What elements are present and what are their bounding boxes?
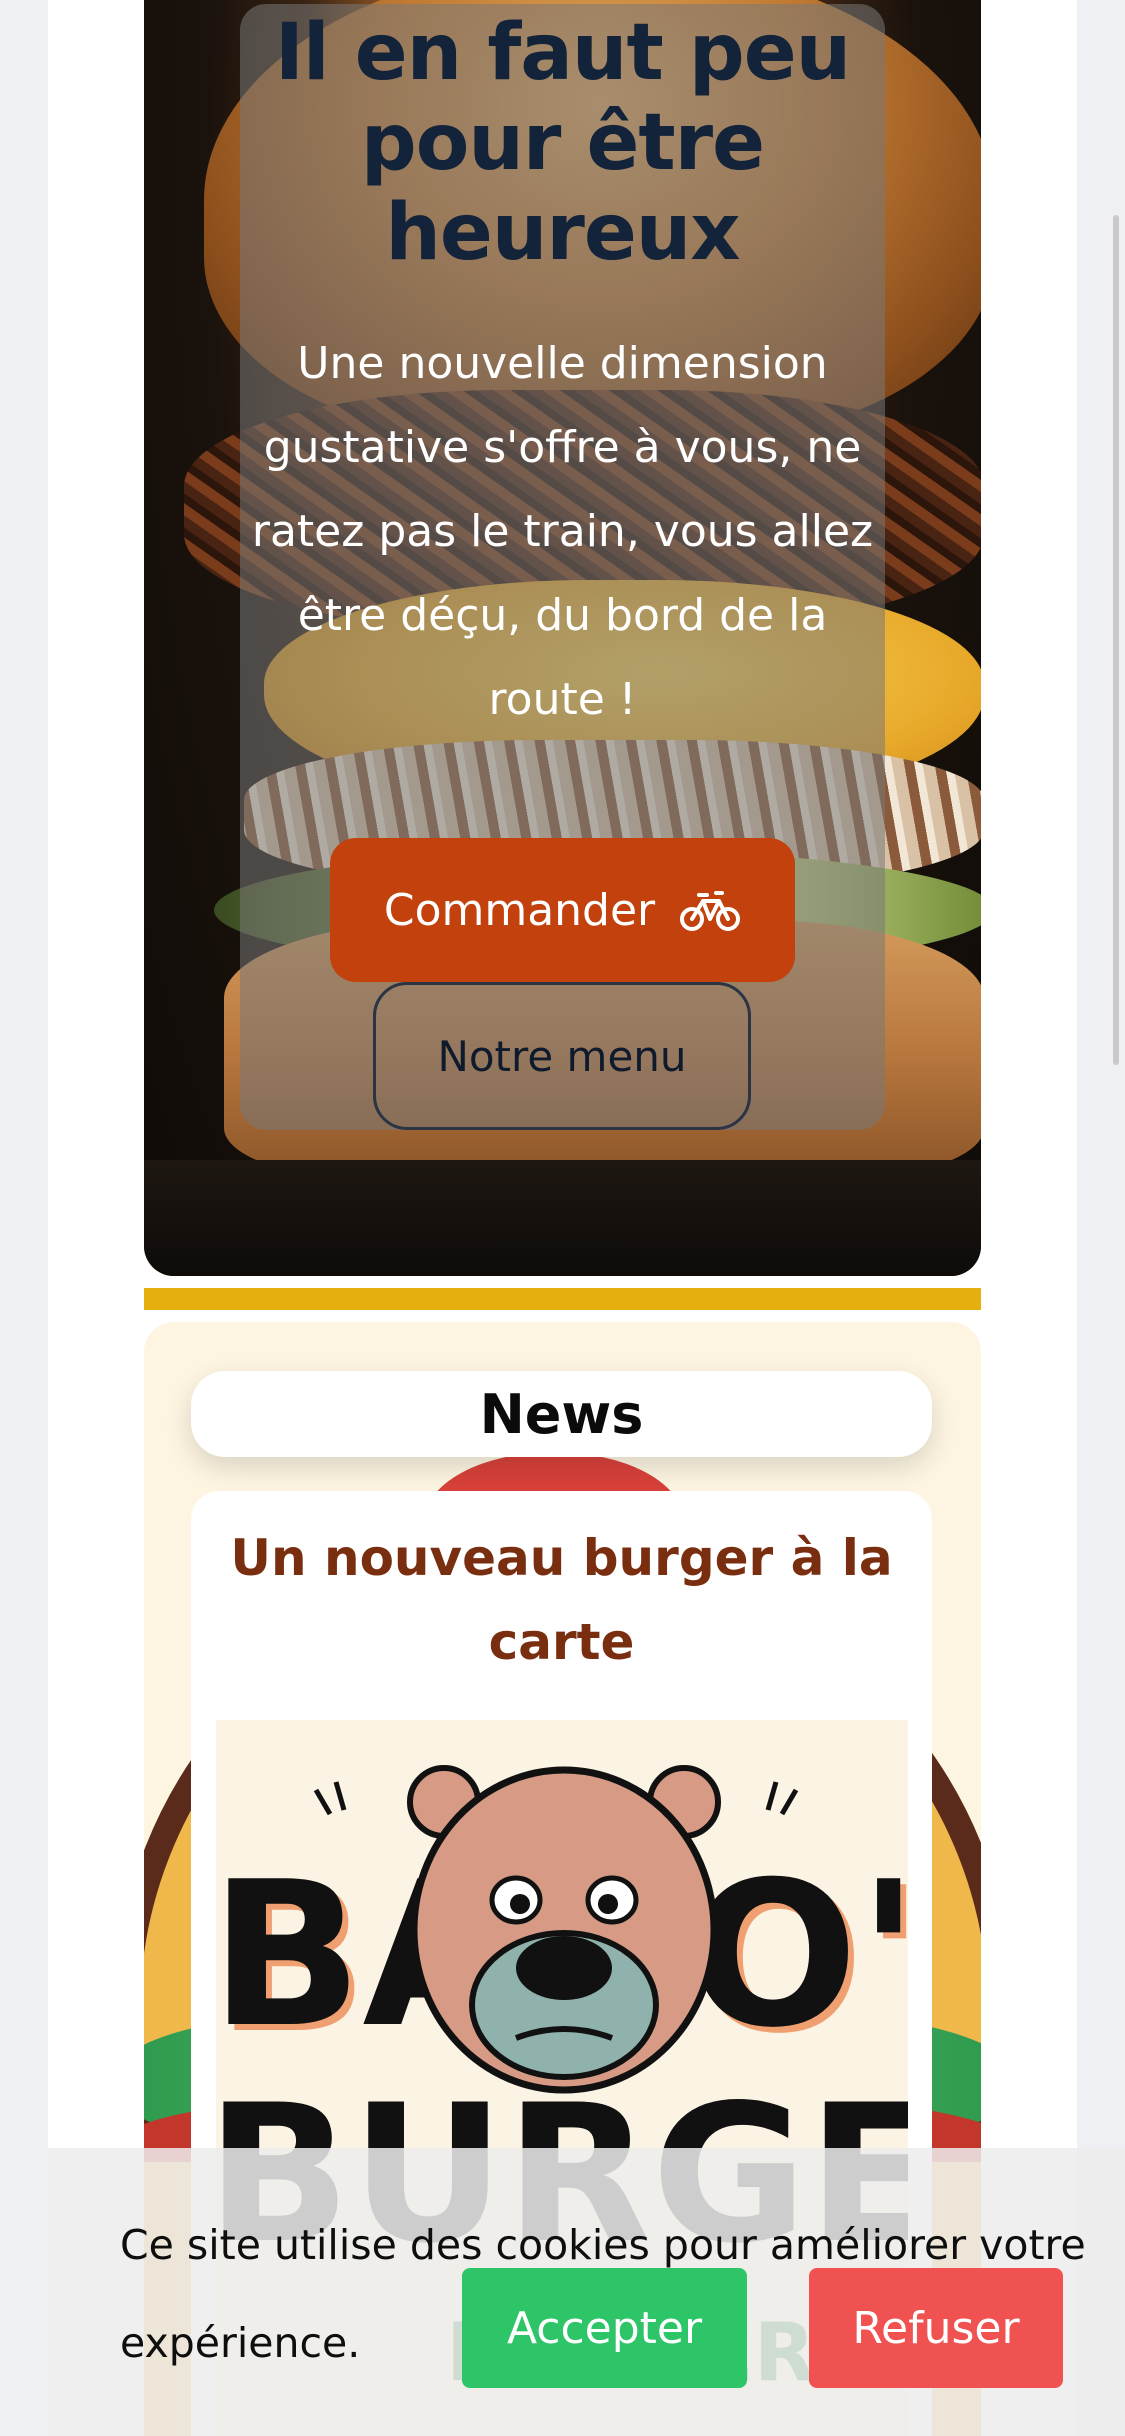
hero-title: Il en faut peu pour être heureux [274,8,851,278]
bicycle-icon [680,891,741,931]
order-button[interactable]: Commander [330,838,795,982]
refuse-cookies-button[interactable]: Refuser [809,2268,1063,2388]
hero-image-table [144,1160,981,1276]
menu-button[interactable]: Notre menu [373,982,751,1130]
scrollbar[interactable] [1113,215,1119,1065]
accept-cookies-button[interactable]: Accepter [462,2268,747,2388]
svg-text:O'S: O'S [688,1839,908,2072]
news-heading: News [191,1371,932,1457]
order-button-label: Commander [383,884,656,936]
article-title[interactable]: Un nouveau burger à la carte [191,1516,932,1684]
hero-description: Une nouvelle dimension gustative s'offre… [251,338,874,725]
bear-face-icon [407,1765,721,2094]
section-divider [144,1288,981,1310]
